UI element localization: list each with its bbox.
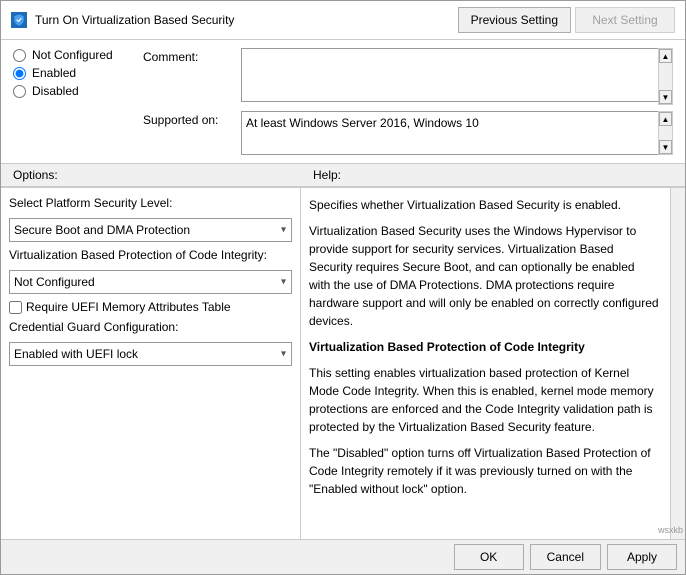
title-bar: Turn On Virtualization Based Security Pr… [1,1,685,40]
radio-enabled[interactable]: Enabled [13,66,123,80]
dialog-title: Turn On Virtualization Based Security [35,13,234,27]
supported-label: Supported on: [143,111,233,127]
bottom-section: Select Platform Security Level: Secure B… [1,187,685,539]
supported-row: Supported on: At least Windows Server 20… [143,111,673,155]
supported-scroll-down[interactable]: ▼ [659,140,672,154]
uefi-checkbox-label: Require UEFI Memory Attributes Table [26,300,231,314]
apply-button[interactable]: Apply [607,544,677,570]
help-para-0: Specifies whether Virtualization Based S… [309,196,659,214]
supported-wrapper: At least Windows Server 2016, Windows 10… [241,111,673,155]
radio-group: Not Configured Enabled Disabled [13,48,123,155]
content-area: Not Configured Enabled Disabled Comment: [1,40,685,539]
top-section: Not Configured Enabled Disabled Comment: [1,40,685,164]
scroll-down-arrow[interactable]: ▼ [659,90,672,104]
help-panel-label: Help: [313,168,673,182]
shield-icon [11,12,27,28]
scroll-up-arrow[interactable]: ▲ [659,49,672,63]
comment-label: Comment: [143,48,233,64]
code-integrity-wrapper: Not Configured Enabled without lock Enab… [9,270,292,294]
footer-bar: OK Cancel Apply [1,539,685,574]
help-para-4: The "Disabled" option turns off Virtuali… [309,444,659,498]
comment-scrollbar: ▲ ▼ [658,48,673,105]
options-panel-label: Options: [13,168,313,182]
enabled-label: Enabled [32,66,76,80]
title-bar-left: Turn On Virtualization Based Security [11,12,234,28]
platform-security-wrapper: Secure Boot and DMA Protection Secure Bo… [9,218,292,242]
comment-wrapper: ▲ ▼ [241,48,673,105]
credential-guard-select[interactable]: Disabled Enabled with UEFI lock Enabled … [9,342,292,366]
middle-labels: Options: Help: [1,164,685,187]
help-panel: Specifies whether Virtualization Based S… [301,188,685,539]
supported-scroll-up[interactable]: ▲ [659,112,672,126]
not-configured-label: Not Configured [32,48,113,62]
ok-button[interactable]: OK [454,544,524,570]
radio-not-configured[interactable]: Not Configured [13,48,123,62]
cancel-button[interactable]: Cancel [530,544,601,570]
help-content: Specifies whether Virtualization Based S… [309,196,677,498]
comment-textarea[interactable] [241,48,673,102]
credential-guard-label: Credential Guard Configuration: [9,320,292,334]
radio-disabled[interactable]: Disabled [13,84,123,98]
comment-row: Comment: ▲ ▼ [143,48,673,105]
help-para-2: Virtualization Based Protection of Code … [309,338,659,356]
disabled-label: Disabled [32,84,79,98]
help-scrollbar [670,188,685,539]
supported-scrollbar: ▲ ▼ [658,111,673,155]
supported-value: At least Windows Server 2016, Windows 10 [241,111,673,155]
title-buttons: Previous Setting Next Setting [458,7,675,33]
dialog-window: Turn On Virtualization Based Security Pr… [0,0,686,575]
platform-security-select[interactable]: Secure Boot and DMA Protection Secure Bo… [9,218,292,242]
next-setting-button[interactable]: Next Setting [575,7,675,33]
previous-setting-button[interactable]: Previous Setting [458,7,571,33]
help-para-1: Virtualization Based Security uses the W… [309,222,659,330]
code-integrity-select[interactable]: Not Configured Enabled without lock Enab… [9,270,292,294]
code-integrity-label: Virtualization Based Protection of Code … [9,248,292,262]
credential-guard-wrapper: Disabled Enabled with UEFI lock Enabled … [9,342,292,366]
watermark: wsxkb [658,524,683,538]
uefi-checkbox[interactable] [9,301,22,314]
right-fields: Comment: ▲ ▼ Supported on: At least Wind… [143,48,673,155]
uefi-checkbox-item[interactable]: Require UEFI Memory Attributes Table [9,300,292,314]
platform-security-label: Select Platform Security Level: [9,196,292,210]
help-para-3: This setting enables virtualization base… [309,364,659,436]
options-panel: Select Platform Security Level: Secure B… [1,188,301,539]
